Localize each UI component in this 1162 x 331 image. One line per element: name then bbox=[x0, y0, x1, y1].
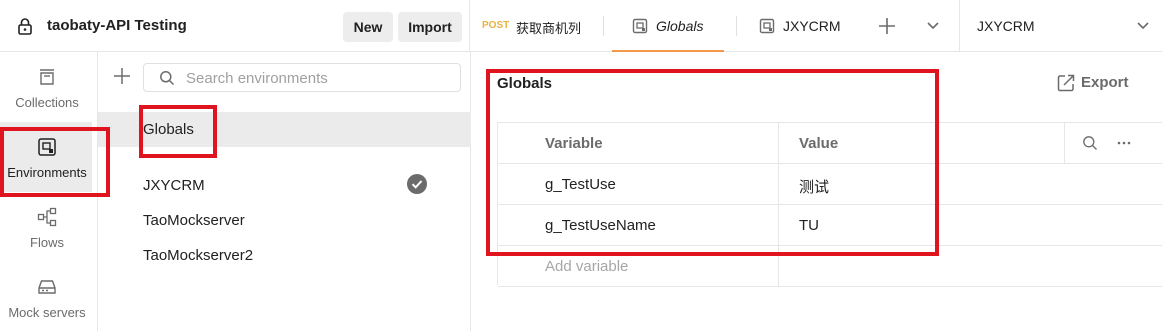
rail-item-flows[interactable]: Flows bbox=[0, 192, 98, 262]
rail-item-collections[interactable]: Collections bbox=[0, 52, 98, 122]
env-item-label: TaoMockserver bbox=[143, 212, 245, 229]
search-icon bbox=[160, 71, 175, 86]
table-search-icon[interactable] bbox=[1082, 135, 1098, 151]
export-icon bbox=[1057, 74, 1075, 92]
tab-jxycrm[interactable]: JXYCRM bbox=[746, 0, 866, 52]
column-divider bbox=[778, 123, 779, 286]
env-item-taomockserver2[interactable]: TaoMockserver2 bbox=[98, 238, 471, 273]
top-bar: taobaty-API Testing New Import POST 获取商机… bbox=[0, 0, 1162, 52]
more-options-icon[interactable] bbox=[1116, 135, 1132, 151]
new-button[interactable]: New bbox=[343, 12, 393, 42]
environment-selector[interactable]: JXYCRM bbox=[959, 0, 1162, 52]
globals-editor: Globals Export Variable Value g_TestUse … bbox=[472, 52, 1162, 331]
request-method-badge: POST bbox=[482, 20, 510, 31]
environment-selector-value: JXYCRM bbox=[977, 18, 1035, 34]
workspace-header: taobaty-API Testing New Import bbox=[0, 0, 470, 52]
import-button[interactable]: Import bbox=[398, 12, 462, 42]
env-item-label: Globals bbox=[143, 121, 194, 138]
tab-label: Globals bbox=[656, 18, 704, 34]
tab-label: JXYCRM bbox=[783, 18, 841, 34]
variable-value[interactable]: 测试 bbox=[799, 176, 829, 197]
left-rail: Collections Environments Flows Mock serv… bbox=[0, 52, 98, 331]
add-variable-placeholder[interactable]: Add variable bbox=[545, 258, 628, 275]
search-input[interactable] bbox=[186, 68, 446, 88]
variable-name[interactable]: g_TestUseName bbox=[545, 217, 656, 234]
tab-label: 获取商机列 bbox=[516, 21, 582, 36]
env-item-label: TaoMockserver2 bbox=[143, 247, 254, 264]
column-header-variable: Variable bbox=[545, 135, 603, 152]
search-environments[interactable] bbox=[143, 63, 461, 92]
rail-item-environments[interactable]: Environments bbox=[0, 122, 92, 192]
active-environment-check-icon[interactable] bbox=[407, 174, 427, 194]
environments-sidebar: Globals JXYCRM TaoMockserver TaoMockserv… bbox=[98, 52, 471, 331]
flows-icon bbox=[37, 207, 57, 227]
table-row-add[interactable]: Add variable bbox=[498, 246, 1162, 287]
env-item-globals[interactable]: Globals bbox=[98, 112, 471, 147]
variables-table: Variable Value g_TestUse 测试 g_TestUseNam… bbox=[497, 122, 1162, 287]
lock-icon bbox=[18, 18, 32, 35]
tab-globals[interactable]: Globals bbox=[612, 0, 724, 52]
rail-item-label: Collections bbox=[15, 95, 79, 110]
new-tab-plus-icon[interactable] bbox=[877, 16, 897, 36]
column-divider bbox=[1064, 123, 1065, 164]
env-item-label: JXYCRM bbox=[143, 177, 205, 194]
column-header-value: Value bbox=[799, 135, 839, 152]
tab-divider bbox=[736, 16, 737, 36]
table-row[interactable]: g_TestUseName TU bbox=[498, 205, 1162, 246]
variable-name[interactable]: g_TestUse bbox=[545, 176, 616, 193]
chevron-down-icon bbox=[1137, 22, 1149, 30]
table-header-row: Variable Value bbox=[498, 123, 1162, 164]
environment-icon bbox=[759, 18, 775, 34]
table-row[interactable]: g_TestUse 测试 bbox=[498, 164, 1162, 205]
rail-item-mock-servers[interactable]: Mock servers bbox=[0, 262, 98, 331]
env-item-taomockserver[interactable]: TaoMockserver bbox=[98, 203, 471, 238]
tab-divider bbox=[603, 16, 604, 36]
env-item-jxycrm[interactable]: JXYCRM bbox=[98, 168, 471, 203]
rail-item-label: Flows bbox=[30, 235, 64, 250]
variable-value[interactable]: TU bbox=[799, 217, 819, 234]
tab-request[interactable]: POST 获取商机列 bbox=[471, 0, 604, 52]
environment-icon bbox=[632, 18, 648, 34]
page-title: Globals bbox=[497, 75, 553, 92]
rail-item-label: Environments bbox=[7, 165, 87, 180]
tabs-chevron-down-icon[interactable] bbox=[926, 20, 940, 32]
export-label: Export bbox=[1081, 74, 1129, 91]
rail-item-label: Mock servers bbox=[8, 305, 86, 320]
environments-icon bbox=[38, 138, 56, 156]
workspace-name[interactable]: taobaty-API Testing bbox=[47, 17, 187, 34]
collections-icon bbox=[40, 69, 54, 85]
create-environment-plus-icon[interactable] bbox=[113, 67, 131, 85]
mock-servers-icon bbox=[38, 280, 56, 294]
